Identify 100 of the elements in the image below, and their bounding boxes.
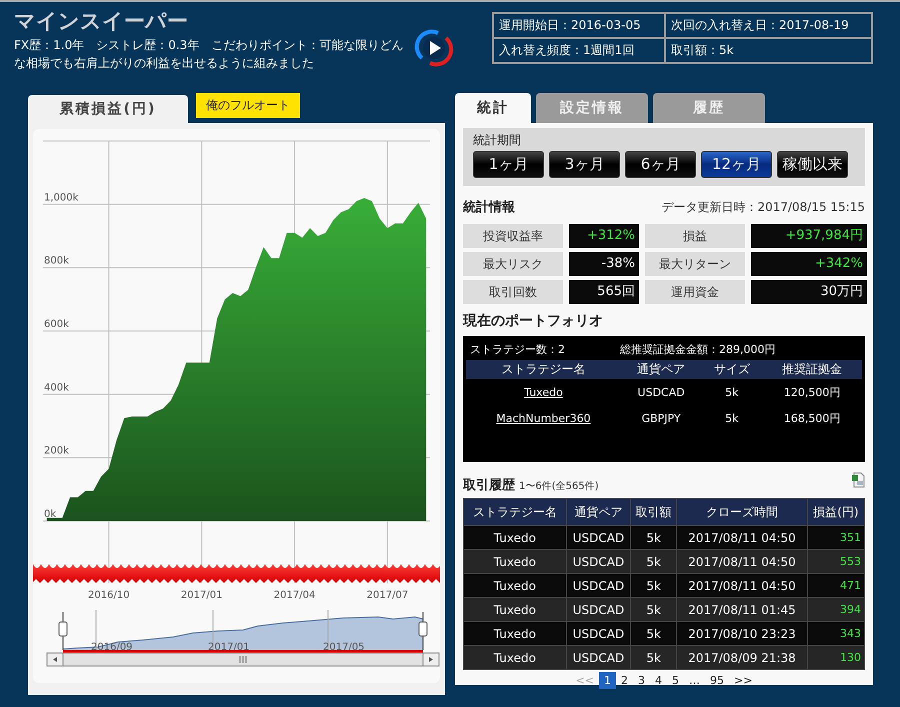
- column-header: サイズ: [701, 360, 762, 379]
- table-cell-text: 5k: [724, 410, 740, 426]
- navigator-date-label: 2017/05: [323, 642, 365, 653]
- record-range: 1〜6件(全565件): [519, 480, 599, 493]
- navigator-date-label: 2017/01: [208, 642, 250, 653]
- table-cell: 2017/08/11 04:50: [676, 526, 808, 550]
- tab[interactable]: 統計: [455, 93, 531, 123]
- x-axis-label: 2017/01: [180, 590, 222, 601]
- table-cell-text: 168,500円: [782, 410, 842, 426]
- spreadsheet-icon[interactable]: [851, 472, 865, 488]
- x-axis-label: 2016/10: [88, 590, 130, 601]
- column-header: 推奨証拠金: [762, 360, 862, 379]
- period-button[interactable]: 3ヶ月: [549, 151, 620, 178]
- page-link[interactable]: 4: [650, 672, 667, 689]
- section-heading: 取引履歴: [463, 477, 515, 494]
- strategy-title: マインスイーパー: [14, 8, 189, 34]
- table-cell: 5k: [630, 598, 677, 622]
- table-cell-text: GBPJPY: [640, 410, 682, 426]
- table-cell: USDCAD: [566, 598, 631, 622]
- table-cell: 5k: [630, 526, 677, 550]
- section-heading: 現在のポートフォリオ: [463, 312, 604, 330]
- page-link[interactable]: …: [684, 672, 705, 689]
- y-axis-label: 200k: [44, 446, 69, 457]
- page-link[interactable]: 5: [667, 672, 684, 689]
- table-cell: 5k: [630, 574, 677, 598]
- table-cell: USDCAD: [566, 646, 631, 670]
- table-cell: 2017/08/11 04:50: [676, 574, 808, 598]
- y-axis-label: 800k: [44, 256, 69, 267]
- update-time: データ更新日時：2017/08/15 15:15: [661, 199, 865, 216]
- table-cell: 120,500円: [762, 379, 862, 405]
- strategy-description: FX歴：1.0年 シストレ歴：0.3年 こだわりポイント：可能な限りどんな相場でも右肩上がりの利益を出せるように組みました: [14, 37, 404, 72]
- table-cell: 471: [807, 574, 864, 598]
- column-header: ストラテジー名: [466, 360, 621, 379]
- stat-label: 最大リスク: [463, 252, 563, 276]
- table-cell: Tuxedo: [464, 622, 566, 646]
- stat-label: 投資収益率: [463, 224, 563, 248]
- info-cell: 入れ替え頻度：1週間1回: [493, 38, 665, 63]
- chart-tab[interactable]: 累積損益(円): [28, 95, 188, 123]
- table-cell: 2017/08/11 04:50: [676, 550, 808, 574]
- period-button[interactable]: 稼働以来: [777, 151, 848, 178]
- stat-value: -38%: [569, 252, 639, 276]
- next-page-link[interactable]: >>: [729, 672, 758, 689]
- column-header: 取引額: [630, 498, 677, 526]
- table-cell: 5k: [630, 622, 677, 646]
- stat-value: +312%: [569, 224, 639, 248]
- scroll-left-icon[interactable]: [46, 652, 64, 666]
- stat-label: 最大リターン: [645, 252, 745, 276]
- period-button[interactable]: 6ヶ月: [625, 151, 696, 178]
- table-cell: USDCAD: [566, 550, 631, 574]
- table-cell: 2017/08/10 23:23: [676, 622, 808, 646]
- stat-label: 運用資金: [645, 280, 745, 304]
- scrollbar-thumb[interactable]: [62, 652, 424, 666]
- range-handle[interactable]: [58, 612, 68, 650]
- table-cell: 5k: [701, 379, 762, 405]
- stat-value: 30万円: [751, 280, 867, 304]
- stat-value: +937,984円: [751, 224, 867, 248]
- period-title: 統計期間: [473, 132, 522, 149]
- table-cell: USDCAD: [620, 379, 702, 405]
- stat-label: 取引回数: [463, 280, 563, 304]
- page-link[interactable]: 95: [705, 672, 729, 689]
- scroll-right-icon[interactable]: [422, 652, 440, 666]
- info-cell: 取引額：5k: [665, 38, 872, 63]
- y-axis-label: 1,000k: [44, 192, 78, 204]
- column-header: 通貨ペア: [566, 498, 631, 526]
- period-button[interactable]: 1ヶ月: [473, 151, 544, 178]
- table-cell: 130: [807, 646, 864, 670]
- column-header: クローズ時間: [676, 498, 808, 526]
- page-link[interactable]: 3: [633, 672, 650, 689]
- column-header: 通貨ペア: [620, 360, 702, 379]
- table-cell: 553: [807, 550, 864, 574]
- table-cell: Tuxedo: [464, 550, 566, 574]
- total-margin: 総推奨証拠金金額：289,000円: [620, 342, 776, 357]
- period-button[interactable]: 12ヶ月: [701, 151, 772, 178]
- page-link[interactable]: 2: [616, 672, 633, 689]
- play-icon[interactable]: [414, 28, 454, 68]
- page-link[interactable]: 1: [599, 672, 616, 689]
- y-axis-label: 600k: [44, 319, 69, 330]
- table-cell: Tuxedo: [464, 598, 566, 622]
- table-cell: 343: [807, 622, 864, 646]
- table-cell: USDCAD: [566, 526, 631, 550]
- section-heading: 統計情報: [463, 198, 515, 216]
- table-cell: Tuxedo: [464, 646, 566, 670]
- table-cell: USDCAD: [566, 622, 631, 646]
- table-cell: Tuxedo: [464, 574, 566, 598]
- table-cell: 5k: [630, 550, 677, 574]
- table-cell: USDCAD: [566, 574, 631, 598]
- column-header: ストラテジー名: [464, 498, 566, 526]
- stat-value: +342%: [751, 252, 867, 276]
- x-axis-label: 2017/04: [274, 590, 316, 601]
- info-cell: 運用開始日：2016-03-05: [493, 13, 665, 38]
- x-axis-label: 2017/07: [366, 590, 408, 601]
- strategy-link[interactable]: MachNumber360: [496, 412, 591, 424]
- badge: 俺のフルオート: [196, 92, 300, 118]
- table-cell: 351: [807, 526, 864, 550]
- table-cell: 2017/08/11 01:45: [676, 598, 808, 622]
- info-cell: 次回の入れ替え日：2017-08-19: [665, 13, 872, 38]
- strategy-link[interactable]: Tuxedo: [524, 386, 563, 398]
- range-handle[interactable]: [418, 612, 428, 650]
- table-cell: 2017/08/09 21:38: [676, 646, 808, 670]
- table-cell: Tuxedo: [464, 526, 566, 550]
